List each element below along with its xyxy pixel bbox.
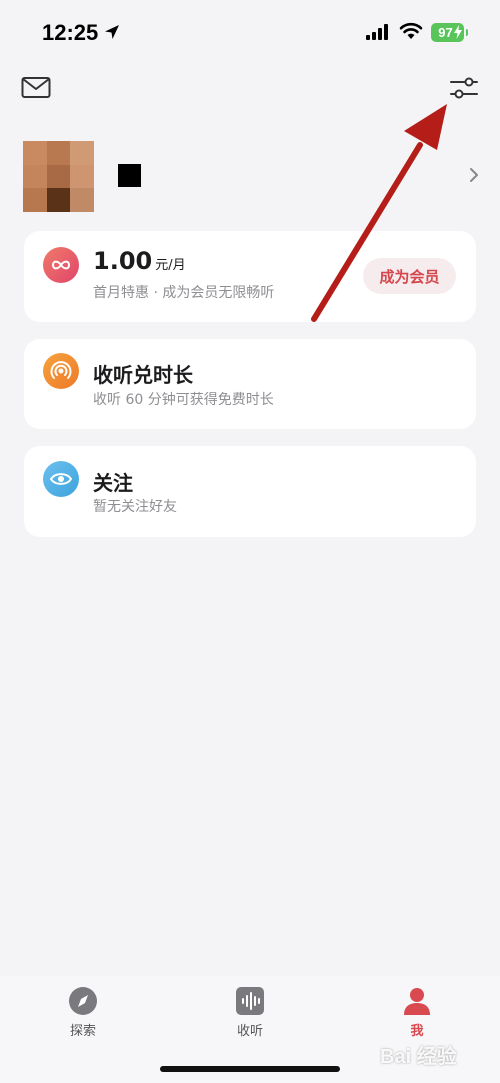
battery-icon: 97: [431, 23, 468, 42]
broadcast-icon: [43, 353, 79, 389]
person-icon: [404, 988, 430, 1015]
infinity-icon: [43, 247, 79, 283]
tab-listen-label: 收听: [236, 1024, 263, 1039]
follow-title: 关注: [93, 471, 133, 495]
watermark: Bai 经验: [380, 1046, 457, 1068]
home-indicator[interactable]: [160, 1066, 340, 1072]
battery-level: 97: [438, 25, 453, 40]
tab-listen[interactable]: 收听: [205, 986, 295, 1046]
tab-me-label: 我: [410, 1024, 424, 1039]
eye-icon: [43, 461, 79, 497]
listen-title: 收听兑时长: [93, 363, 193, 387]
avatar[interactable]: [23, 141, 94, 212]
status-time: 12:25: [42, 20, 99, 45]
membership-price: 1.00 元/月: [93, 247, 186, 275]
follow-card[interactable]: 关注 暂无关注好友: [24, 446, 476, 537]
tab-explore-label: 探索: [69, 1024, 96, 1039]
price-value: 1.00: [93, 247, 153, 275]
status-bar: 12:25 97: [0, 0, 500, 66]
listen-subtitle: 收听 60 分钟可获得免费时长: [93, 392, 274, 408]
wifi-icon: [399, 22, 423, 39]
profile-row[interactable]: [23, 141, 483, 213]
tab-explore[interactable]: 探索: [38, 986, 128, 1046]
membership-card[interactable]: 1.00 元/月 首月特惠 · 成为会员无限畅听 成为会员: [24, 231, 476, 322]
tab-me[interactable]: 我: [372, 986, 462, 1046]
price-unit: 元/月: [155, 258, 186, 273]
settings-sliders-icon[interactable]: [449, 76, 479, 100]
listen-exchange-card[interactable]: 收听兑时长 收听 60 分钟可获得免费时长: [24, 339, 476, 429]
cellular-signal-icon: [366, 24, 388, 40]
become-member-button[interactable]: 成为会员: [363, 258, 456, 294]
username: [118, 164, 141, 187]
compass-icon: [69, 987, 97, 1015]
location-arrow-icon: [105, 25, 119, 39]
audio-wave-icon: [236, 987, 264, 1015]
follow-subtitle: 暂无关注好友: [93, 499, 177, 515]
chevron-right-icon[interactable]: [469, 167, 479, 183]
membership-subtitle: 首月特惠 · 成为会员无限畅听: [93, 285, 275, 301]
mail-icon[interactable]: [21, 76, 51, 100]
charging-bolt-icon: [454, 25, 462, 39]
